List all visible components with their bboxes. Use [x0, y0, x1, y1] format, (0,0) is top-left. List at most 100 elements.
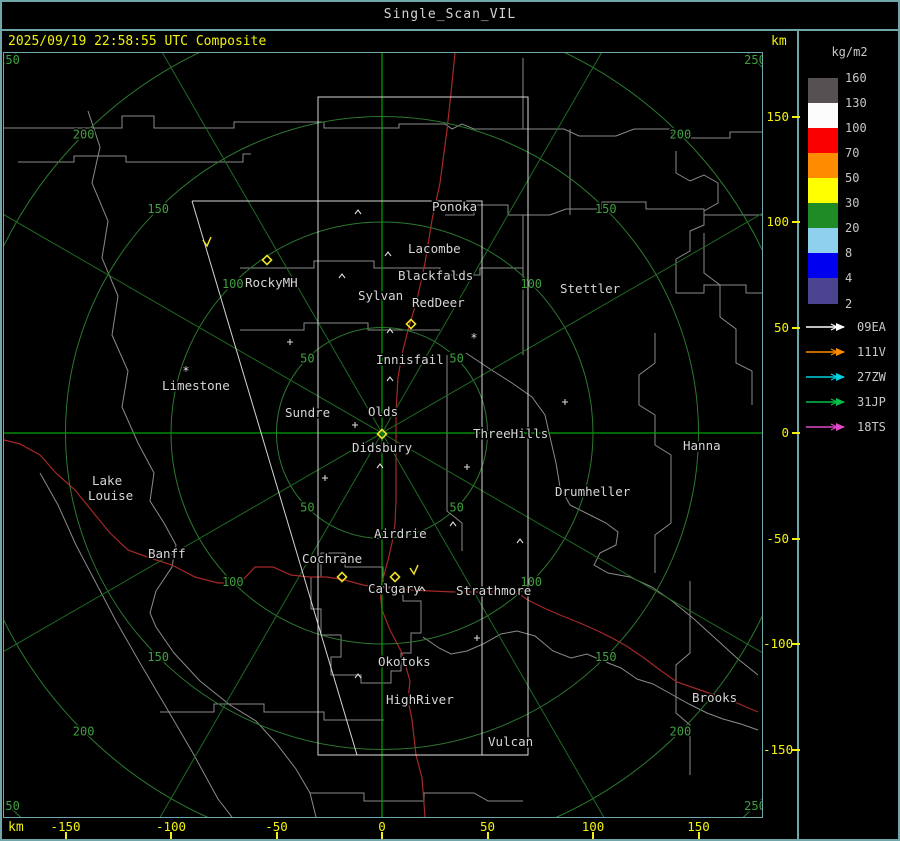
range-ring-label: 50: [300, 351, 314, 365]
y-axis-tick-label: 150: [766, 108, 789, 124]
map-canvas[interactable]: 50 5050 50100 100100 100150 150150 150200 20020…: [4, 53, 762, 817]
range-ring-label: 150: [147, 202, 169, 216]
track-arrow-icon: [806, 323, 845, 331]
county-boundary: [18, 153, 251, 163]
range-ring-label: 50: [449, 501, 463, 515]
storm-vector-check-icon: [202, 236, 212, 248]
county-boundary: [39, 472, 233, 817]
x-axis-tick: [486, 832, 489, 839]
county-boundary: [465, 352, 759, 676]
radar-site-diamond-icon: [261, 254, 273, 266]
town-caret-icon: [449, 521, 457, 527]
legend-swatch: [808, 228, 838, 253]
track-arrow-icon: [806, 398, 845, 406]
y-axis-tick-label: 0: [781, 425, 789, 440]
storm-vector-check-icon: [409, 564, 419, 576]
town-caret-icon: [354, 209, 362, 215]
radar-map[interactable]: 50 50 50 50 100 100 100 100 150 150 150 150 200 200 20…: [3, 52, 763, 818]
x-axis-tick: [275, 832, 278, 839]
point-star-icon: *: [182, 364, 189, 378]
city-label: Okotoks: [378, 654, 431, 669]
y-axis-tick-label: 100: [766, 214, 789, 229]
legend-swatch: [808, 128, 838, 153]
track-arrow-icon: [806, 373, 845, 381]
legend-swatch: [808, 178, 838, 203]
range-ring-label: 200: [670, 724, 692, 738]
city-label: Louise: [88, 488, 133, 503]
track-arrow-icon: [806, 348, 845, 356]
city-label: Airdrie: [374, 526, 427, 541]
range-ring-label: 150: [595, 650, 617, 664]
point-star-icon: *: [470, 331, 477, 345]
x-axis-tick: [64, 832, 67, 839]
city-label: Didsbury: [352, 440, 413, 455]
range-ring-label: 150: [595, 202, 617, 216]
town-caret-icon: [516, 538, 524, 544]
legend-scale-value: 20: [845, 221, 860, 235]
y-axis-tick-label: -100: [763, 636, 794, 651]
city-label: RedDeer: [412, 295, 465, 310]
city-label: Ponoka: [432, 199, 477, 214]
point-plus-icon: [474, 635, 480, 641]
city-label: Drumheller: [555, 484, 631, 499]
county-boundary: [638, 333, 672, 573]
range-ring-label: 200: [73, 724, 95, 738]
range-ring-label: 250: [744, 53, 762, 67]
city-label: Strathmore: [456, 583, 531, 598]
city-label: Cochrane: [302, 551, 362, 566]
x-axis: -150 -100 -50 0 50 100 150: [0, 818, 797, 839]
city-label: Lake: [92, 473, 122, 488]
radar-app-window: Single_Scan_VIL 2025/09/19 22:58:55 UTC …: [0, 0, 900, 841]
city-label: Innisfail: [376, 352, 444, 367]
legend-scale-value: 100: [845, 121, 867, 135]
town-caret-icon: [384, 251, 392, 257]
legend-track-row: 27ZW: [799, 370, 900, 384]
range-ring-label: 250: [4, 799, 20, 813]
legend-swatch: [808, 78, 838, 103]
x-axis-tick: [170, 832, 172, 839]
town-caret-icon: [338, 273, 346, 279]
county-boundary: [160, 703, 384, 721]
legend-swatch: [808, 253, 838, 278]
city-label: Olds: [368, 404, 398, 419]
y-axis-tick-label: -50: [766, 530, 789, 546]
track-arrow-icon: [806, 423, 845, 431]
city-label: ThreeHills: [473, 426, 548, 441]
legend-track-id: 09EA: [857, 320, 886, 334]
y-axis: 150 100 50 0 -50 -100 -150: [763, 0, 800, 841]
range-ring-label: 50: [449, 351, 463, 365]
county-boundary: [523, 128, 762, 139]
legend-swatch: [808, 203, 838, 228]
legend-track-id: 27ZW: [857, 370, 886, 384]
county-boundary: [310, 792, 523, 802]
point-plus-icon: [464, 464, 470, 470]
legend-track-row: 18TS: [799, 420, 900, 434]
city-label: Brooks: [692, 690, 737, 705]
legend-track-row: 111V: [799, 345, 900, 359]
county-boundary: [87, 110, 317, 817]
range-ring-label: 200: [670, 128, 692, 142]
county-boundary: [422, 630, 759, 731]
point-plus-icon: [322, 475, 328, 481]
legend-scale-value: 160: [845, 71, 867, 85]
point-plus-icon: [287, 339, 293, 345]
legend-track-row: 31JP: [799, 395, 900, 409]
city-label: Sylvan: [358, 288, 403, 303]
county-boundary: [675, 259, 762, 294]
legend-swatch: [808, 153, 838, 178]
range-ring-label: 100: [222, 277, 244, 291]
legend-track-id: 111V: [857, 345, 886, 359]
city-label: HighRiver: [386, 692, 454, 707]
legend-swatch: [808, 278, 838, 304]
city-label: Blackfalds: [398, 268, 473, 283]
legend-unit-label: kg/m2: [831, 45, 868, 59]
county-boundary: [446, 355, 463, 551]
city-label: Sundre: [285, 405, 330, 420]
scan-timestamp: 2025/09/19 22:58:55 UTC Composite: [8, 34, 267, 49]
legend-panel: kg/m2 160 130 100 70 50 30 20 8 4 2 09EA 111V 27ZW 3…: [799, 31, 900, 838]
legend-swatch: [808, 103, 838, 128]
city-label: Banff: [148, 546, 186, 561]
x-axis-tick: [381, 832, 383, 839]
city-label: Stettler: [560, 281, 621, 296]
legend-scale-value: 2: [845, 297, 853, 311]
